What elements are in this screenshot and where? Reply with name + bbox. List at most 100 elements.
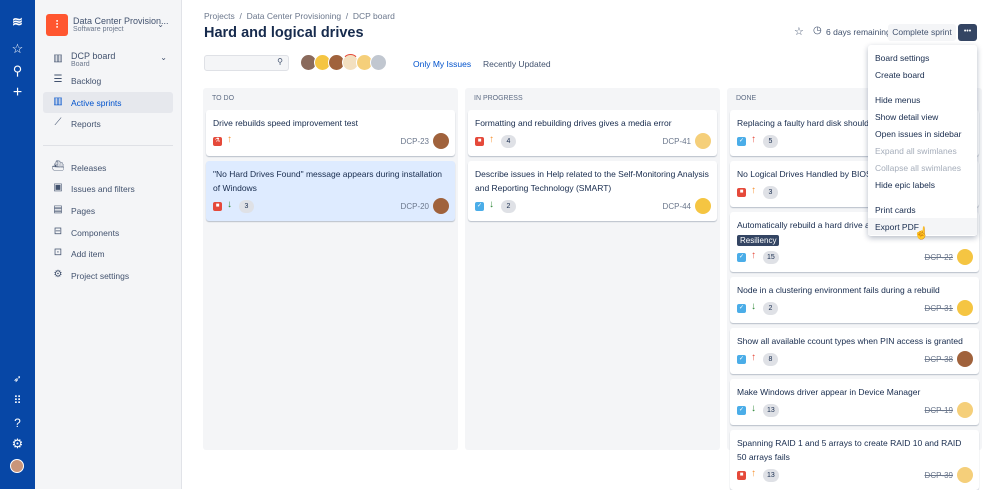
- sidebar-item-issues[interactable]: ▣ Issues and filters: [43, 178, 173, 199]
- issue-card[interactable]: Node in a clustering environment fails d…: [730, 277, 979, 323]
- priority-medium-icon: ↑: [489, 134, 494, 145]
- test-type-icon: ⚗: [213, 137, 222, 146]
- assignee-avatar[interactable]: [957, 467, 973, 483]
- issue-summary: Make Windows driver appear in Device Man…: [737, 387, 921, 397]
- assignee-avatar[interactable]: [433, 133, 449, 149]
- issue-card[interactable]: Formatting and rebuilding drives gives a…: [468, 110, 717, 156]
- project-logo-icon: ⫶: [46, 14, 68, 36]
- menu-item-open-issues-in-sidebar[interactable]: Open issues in sidebar: [868, 125, 977, 142]
- issue-summary: Formatting and rebuilding drives gives a…: [475, 118, 672, 128]
- issue-card[interactable]: "No Hard Drives Found" message appears d…: [206, 161, 455, 221]
- app-grid-icon[interactable]: ⠿: [0, 393, 35, 409]
- sidebar-item-label: Project settings: [71, 271, 130, 281]
- menu-item-hide-menus[interactable]: Hide menus: [868, 91, 977, 108]
- menu-item-show-detail-view[interactable]: Show detail view: [868, 108, 977, 125]
- jira-logo-icon[interactable]: ≋: [0, 14, 35, 30]
- star-icon[interactable]: ☆: [0, 41, 35, 57]
- user-avatar[interactable]: [10, 459, 24, 473]
- more-actions-button[interactable]: •••: [958, 24, 977, 41]
- sidebar-item-reports[interactable]: ⟋ Reports: [43, 113, 173, 134]
- assignee-avatar[interactable]: [957, 351, 973, 367]
- issue-key[interactable]: DCP-31: [925, 304, 953, 313]
- project-switcher[interactable]: ⫶ Data Center Provision... Software proj…: [46, 14, 176, 36]
- bug-type-icon: ■: [475, 137, 484, 146]
- project-type: Software project: [73, 26, 124, 33]
- issue-card[interactable]: Describe issues in Help related to the S…: [468, 161, 717, 221]
- breadcrumb-project[interactable]: Data Center Provisioning: [247, 11, 342, 21]
- sidebar-item-add-item[interactable]: ⊡ Add item: [43, 243, 173, 264]
- priority-low-icon: ↓: [751, 301, 756, 312]
- complete-sprint-button[interactable]: Complete sprint: [888, 24, 956, 41]
- sidebar-item-releases[interactable]: ⛴ Releases: [43, 157, 173, 178]
- sidebar-item-active-sprints[interactable]: ▥ Active sprints: [43, 92, 173, 113]
- search-icon[interactable]: ⚲: [0, 63, 35, 79]
- issue-summary: "No Hard Drives Found" message appears d…: [213, 169, 443, 193]
- priority-high-icon: ↑: [751, 352, 756, 363]
- column-in-progress: IN PROGRESS Formatting and rebuilding dri…: [465, 88, 720, 450]
- issue-card[interactable]: Make Windows driver appear in Device Man…: [730, 379, 979, 425]
- issue-summary: Drive rebuilds speed improvement test: [213, 118, 359, 128]
- issue-key[interactable]: DCP-19: [925, 406, 953, 415]
- backlog-icon: ☰: [53, 74, 63, 85]
- sidebar-item-pages[interactable]: ▤ Pages: [43, 200, 173, 221]
- issue-card[interactable]: Drive rebuilds speed improvement test ⚗ ↑ D…: [206, 110, 455, 156]
- add-item-icon: ⊡: [53, 247, 63, 258]
- board-icon: ▥: [53, 53, 63, 64]
- assignee-avatar[interactable]: [957, 300, 973, 316]
- sidebar-item-backlog[interactable]: ☰ Backlog: [43, 70, 173, 91]
- page-icon: ▤: [53, 204, 63, 215]
- issue-summary: Spanning RAID 1 and 5 arrays to create R…: [737, 438, 962, 462]
- assignee-avatar[interactable]: [433, 198, 449, 214]
- sidebar-item-project-settings[interactable]: ⚙ Project settings: [43, 265, 173, 286]
- sidebar-item-label: Releases: [71, 163, 107, 173]
- ship-icon: ⛴: [51, 161, 65, 172]
- issue-key[interactable]: DCP-44: [663, 202, 691, 211]
- issue-key[interactable]: DCP-22: [925, 253, 953, 262]
- issue-key[interactable]: DCP-41: [663, 137, 691, 146]
- settings-icon[interactable]: ⚙: [0, 436, 35, 452]
- divider: [43, 145, 173, 146]
- assignee-avatar[interactable]: [695, 198, 711, 214]
- menu-item-board-settings[interactable]: Board settings: [868, 49, 977, 66]
- page-title: Hard and logical drives: [204, 25, 364, 41]
- sidebar-item-components[interactable]: ⊟ Components: [43, 222, 173, 243]
- task-type-icon: ✓: [737, 137, 746, 146]
- avatar-unassigned[interactable]: [370, 54, 387, 71]
- star-icon[interactable]: ☆: [794, 25, 804, 38]
- issue-key[interactable]: DCP-20: [401, 202, 429, 211]
- story-points-badge: 5: [763, 135, 778, 148]
- bug-type-icon: ■: [737, 471, 746, 480]
- story-points-badge: 3: [239, 200, 254, 213]
- board-actions-menu: Board settings Create board Hide menus Show…: [868, 45, 977, 236]
- priority-high-icon: ↑: [751, 134, 756, 145]
- issue-key[interactable]: DCP-23: [401, 137, 429, 146]
- help-icon[interactable]: ?: [0, 415, 35, 431]
- filter-only-my-issues[interactable]: Only My Issues: [413, 59, 471, 69]
- issue-card[interactable]: Spanning RAID 1 and 5 arrays to create R…: [730, 430, 979, 490]
- issue-key[interactable]: DCP-39: [925, 471, 953, 480]
- filter-recently-updated[interactable]: Recently Updated: [483, 59, 551, 69]
- menu-item-print-cards[interactable]: Print cards: [868, 201, 977, 218]
- menu-item-hide-epic-labels[interactable]: Hide epic labels: [868, 176, 977, 193]
- assignee-avatar[interactable]: [957, 249, 973, 265]
- project-name: Data Center Provision...: [73, 16, 169, 26]
- rocket-icon[interactable]: ➶: [0, 372, 35, 388]
- sidebar-item-label: Components: [71, 228, 120, 238]
- story-points-badge: 4: [501, 135, 516, 148]
- breadcrumb-projects[interactable]: Projects: [204, 11, 235, 21]
- global-nav: ≋ ☆ ⚲ + ➶ ⠿ ? ⚙: [0, 0, 35, 489]
- column-to-do: TO DO Drive rebuilds speed improvement te…: [203, 88, 458, 450]
- column-header: IN PROGRESS: [474, 95, 523, 102]
- assignee-avatar[interactable]: [957, 402, 973, 418]
- breadcrumb-board[interactable]: DCP board: [353, 11, 395, 21]
- menu-item-create-board[interactable]: Create board: [868, 66, 977, 83]
- plus-icon[interactable]: +: [0, 85, 35, 101]
- issue-card[interactable]: Show all available ccount types when PIN…: [730, 328, 979, 374]
- assignee-avatar[interactable]: [695, 133, 711, 149]
- issues-icon: ▣: [53, 182, 63, 193]
- epic-label[interactable]: Resiliency: [737, 235, 780, 246]
- issue-key[interactable]: DCP-38: [925, 355, 953, 364]
- sidebar-item-label: Backlog: [71, 76, 102, 86]
- search-input[interactable]: ⚲: [204, 55, 289, 71]
- sidebar-item-label: Reports: [71, 119, 101, 129]
